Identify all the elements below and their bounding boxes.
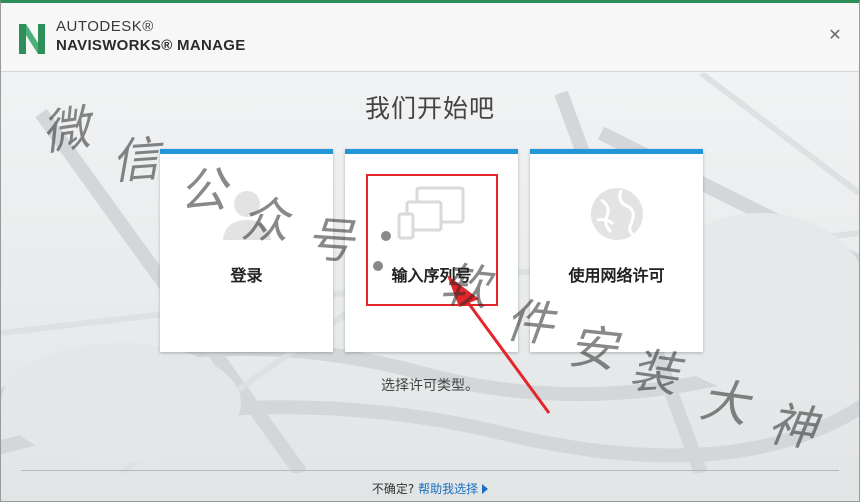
enter-serial-card[interactable]: 输入序列号 [345, 149, 518, 352]
caret-right-icon [482, 484, 489, 494]
title-bar: AUTODESK® NAVISWORKS® MANAGE ✕ [1, 3, 859, 72]
watermark-char: 神 [764, 395, 820, 459]
network-license-label: 使用网络许可 [568, 266, 665, 285]
product-name: NAVISWORKS® MANAGE [56, 37, 246, 54]
page-title: 我们开始吧 [364, 94, 495, 123]
help-question: 不确定? [371, 482, 415, 496]
watermark-char: 大 [696, 371, 752, 435]
footer-divider [21, 470, 839, 471]
dialog-window: AUTODESK® NAVISWORKS® MANAGE ✕ 我们开始吧 登录 … [0, 0, 860, 502]
help-me-choose-link[interactable]: 帮助我选择 [418, 482, 478, 496]
globe-icon [590, 188, 643, 240]
user-icon [222, 191, 271, 240]
sign-in-card[interactable]: 登录 [160, 149, 333, 352]
devices-icon [397, 186, 464, 240]
navisworks-logo-icon [19, 24, 45, 54]
footer: 不确定? 帮助我选择 [1, 480, 859, 497]
network-license-card[interactable]: 使用网络许可 [530, 149, 703, 352]
watermark-char: 信 [109, 131, 162, 191]
license-type-hint: 选择许可类型。 [381, 378, 479, 394]
enter-serial-label: 输入序列号 [391, 266, 472, 285]
autodesk-brand: AUTODESK® [56, 18, 154, 35]
sign-in-label: 登录 [230, 266, 263, 285]
close-icon[interactable]: ✕ [827, 27, 843, 43]
